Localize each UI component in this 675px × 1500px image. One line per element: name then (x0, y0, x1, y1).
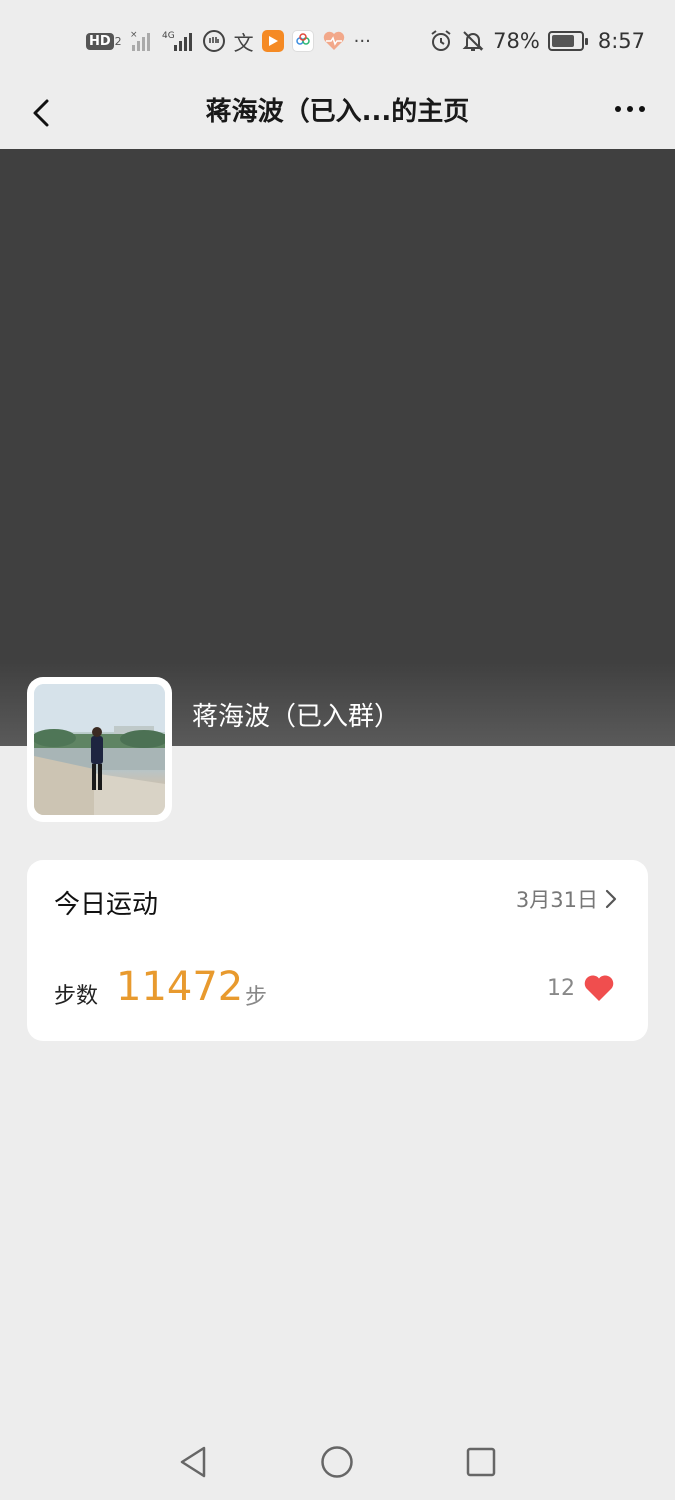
triangle-back-icon (180, 1446, 206, 1478)
svg-text:4G: 4G (162, 31, 175, 41)
translate-icon: 文 (233, 30, 254, 55)
status-right-icons: 78% 8:57 (429, 26, 645, 56)
circle-home-icon (321, 1446, 353, 1478)
signal-4g-icon: 4G (162, 28, 194, 54)
profile-cover[interactable] (0, 149, 675, 746)
bell-off-icon (461, 28, 485, 54)
chevron-right-icon (605, 889, 617, 909)
heart-pulse-icon (322, 28, 346, 54)
system-recents-button[interactable] (461, 1442, 501, 1482)
hd-label: HD (86, 32, 114, 50)
signal-off-icon: × (130, 28, 154, 54)
like-button[interactable]: 12 (547, 974, 615, 1002)
back-button[interactable] (18, 90, 64, 136)
avatar-photo (34, 684, 165, 815)
clover-icon (291, 30, 314, 52)
page-title: 蒋海波（已入...的主页 (205, 96, 470, 127)
overflow-dots: ··· (353, 30, 371, 52)
card-title: 今日运动 (54, 890, 159, 920)
more-dots-icon (615, 106, 621, 112)
system-home-button[interactable] (317, 1442, 357, 1482)
battery-icon (547, 31, 588, 51)
nav-bar: 蒋海波（已入...的主页 (0, 80, 675, 148)
battery-percent: 78% (493, 29, 540, 53)
chevron-left-icon (33, 99, 49, 127)
system-nav-bar (0, 1420, 675, 1500)
hd-icon: HD 2 (86, 28, 122, 54)
exercise-card[interactable]: 今日运动 3月31日 步数 11472 步 12 (27, 860, 648, 1041)
alarm-icon (429, 28, 453, 54)
svg-text:×: × (130, 30, 138, 40)
video-play-icon (261, 30, 284, 52)
clock-time: 8:57 (597, 29, 645, 53)
shield-icon (202, 28, 226, 54)
status-bar: HD 2 × 4G 文 ··· 78% 8:57 (0, 0, 675, 80)
steps-unit: 步 (245, 985, 268, 1010)
more-button[interactable] (607, 92, 653, 126)
system-back-button[interactable] (173, 1442, 213, 1482)
status-left-icons: HD 2 × 4G 文 ··· (86, 26, 371, 56)
card-date: 3月31日 (515, 888, 598, 912)
card-date-link[interactable]: 3月31日 (516, 884, 618, 914)
like-count: 12 (547, 975, 575, 1001)
steps-value: 11472 (116, 964, 244, 1010)
heart-icon (584, 975, 614, 1001)
steps-label: 步数 (54, 984, 99, 1009)
hd-sub: 2 (114, 34, 122, 48)
avatar[interactable] (27, 677, 172, 822)
square-recents-icon (466, 1447, 496, 1477)
profile-name: 蒋海波（已入群） (192, 702, 401, 732)
